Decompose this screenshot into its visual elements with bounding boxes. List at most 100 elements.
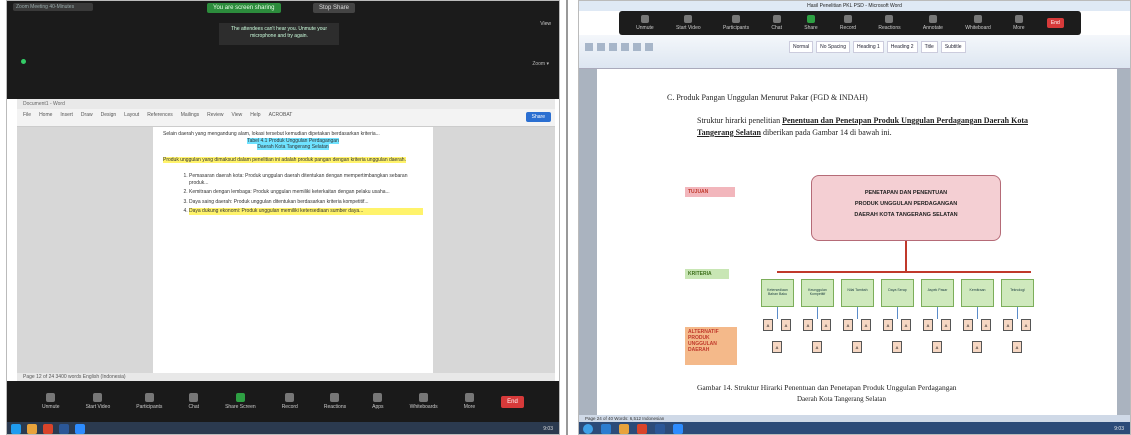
table-caption-2: Daerah Kota Tangerang Selatan — [257, 144, 329, 150]
end-meeting-button[interactable]: End — [1046, 18, 1064, 28]
doc-paragraph: Struktur hirarki penelitian Penentuan da… — [697, 116, 1028, 137]
tab-draw[interactable]: Draw — [81, 112, 93, 118]
doc-paragraph: Produk unggulan yang dimaksud dalam pene… — [163, 157, 406, 163]
style-no-spacing[interactable]: No Spacing — [816, 41, 850, 53]
status-dot-icon — [21, 59, 26, 64]
start-icon[interactable] — [583, 424, 593, 434]
tab-insert[interactable]: Insert — [60, 112, 73, 118]
tab-help[interactable]: Help — [250, 112, 260, 118]
color-icon[interactable] — [645, 43, 653, 51]
whiteboards-button[interactable]: Whiteboards — [410, 393, 438, 410]
tab-file[interactable]: File — [23, 112, 31, 118]
ie-icon[interactable] — [601, 424, 611, 434]
list-item: Kemitraan dengan lembaga: Produk unggula… — [189, 189, 423, 196]
italic-icon[interactable] — [597, 43, 605, 51]
unmute-button[interactable]: Unmute — [636, 15, 654, 31]
underline-icon[interactable] — [609, 43, 617, 51]
tab-view[interactable]: View — [232, 112, 243, 118]
toolbar-label: Share — [804, 25, 818, 31]
chrome-icon[interactable] — [637, 424, 647, 434]
chat-button[interactable]: Chat — [188, 393, 199, 410]
start-video-button[interactable]: Start Video — [676, 15, 701, 31]
align-icon[interactable] — [621, 43, 629, 51]
alternative-box: A — [963, 319, 973, 331]
alternative-box: A — [1021, 319, 1031, 331]
connector-line — [777, 307, 778, 319]
share-banner: You are screen sharing — [207, 3, 281, 13]
end-meeting-button[interactable]: End — [501, 395, 524, 408]
zoom-menu-button[interactable]: Zoom ▾ — [532, 61, 549, 67]
word-share-button[interactable]: Share — [525, 112, 551, 122]
chrome-icon[interactable] — [43, 424, 53, 434]
participants-button[interactable]: Participants — [723, 15, 749, 31]
video-icon — [684, 15, 693, 23]
explorer-icon[interactable] — [619, 424, 629, 434]
view-button[interactable]: View — [540, 21, 551, 27]
bold-icon[interactable] — [585, 43, 593, 51]
clock: 9:03 — [543, 426, 553, 432]
criteria-box: Nilai Tambah — [841, 279, 874, 307]
tab-layout[interactable]: Layout — [124, 112, 139, 118]
alternative-box: A — [803, 319, 813, 331]
zoom-toolbar: Unmute Start Video Participants Chat Share S… — [7, 381, 559, 422]
unmute-button[interactable]: Unmute — [42, 393, 60, 410]
style-subtitle[interactable]: Subtitle — [940, 41, 966, 53]
share-icon — [235, 393, 245, 402]
mute-notice: The attendees can't hear you. Unmute you… — [219, 23, 339, 45]
stop-share-button[interactable]: Stop Share — [313, 3, 356, 13]
toolbar-label: Whiteboards — [409, 404, 438, 410]
alternative-box: A — [763, 319, 773, 331]
alternative-box: A — [932, 341, 942, 353]
more-button[interactable]: More — [1013, 15, 1025, 31]
participants-button[interactable]: Participants — [136, 393, 162, 410]
document-page[interactable]: Selain daerah yang mengandung alam, loka… — [153, 127, 433, 373]
apps-button[interactable]: Apps — [372, 393, 384, 410]
style-normal[interactable]: Normal — [789, 41, 814, 53]
share-button[interactable]: Share — [804, 15, 818, 31]
tab-references[interactable]: References — [147, 112, 173, 118]
whiteboard-button[interactable]: Whiteboard — [965, 15, 991, 31]
criteria-box: Keunggulan Kompetitif — [801, 279, 834, 307]
zoom-icon[interactable] — [75, 424, 85, 434]
alternative-box: A — [781, 319, 791, 331]
video-icon — [93, 393, 103, 402]
reactions-button[interactable]: Reactions — [878, 15, 901, 31]
style-heading-1[interactable]: Heading 1 — [852, 41, 884, 53]
reactions-button[interactable]: Reactions — [324, 393, 346, 410]
connector-line — [817, 307, 818, 319]
zoom-icon[interactable] — [673, 424, 683, 434]
window-title: Hasil Penelitian PKL PSD - Microsoft Wor… — [579, 1, 1130, 11]
figure-caption-2: Daerah Kota Tangerang Selatan — [797, 395, 886, 403]
word-ribbon: Normal No Spacing Heading 1 Heading 2 Title S… — [579, 35, 1130, 69]
record-button[interactable]: Record — [840, 15, 856, 31]
left-screenshot: Zoom Meeting 40-Minutes You are screen s… — [6, 0, 560, 435]
style-title[interactable]: Title — [920, 41, 938, 53]
list-item: Daya saing daerah: Produk unggulan diten… — [189, 199, 423, 206]
alternative-box: A — [941, 319, 951, 331]
alternative-box: A — [1003, 319, 1013, 331]
explorer-icon[interactable] — [27, 424, 37, 434]
share-screen-button[interactable]: Share Screen — [225, 393, 256, 410]
tab-design[interactable]: Design — [101, 112, 117, 118]
start-icon[interactable] — [11, 424, 21, 434]
chat-icon — [189, 393, 199, 402]
bullets-icon[interactable] — [633, 43, 641, 51]
style-heading-2[interactable]: Heading 2 — [886, 41, 918, 53]
chat-button[interactable]: Chat — [771, 15, 782, 31]
tab-acrobat[interactable]: ACROBAT — [269, 112, 293, 118]
word-icon[interactable] — [655, 424, 665, 434]
annotate-button[interactable]: Annotate — [923, 15, 943, 31]
toolbar-label: Chat — [771, 25, 782, 31]
start-video-button[interactable]: Start Video — [86, 393, 110, 410]
toolbar-label: Reactions — [878, 25, 901, 31]
criteria-box: Ketersediaan Bahan Baku — [761, 279, 794, 307]
tab-mailings[interactable]: Mailings — [181, 112, 199, 118]
toolbar-label: More — [463, 404, 476, 410]
more-button[interactable]: More — [464, 393, 475, 410]
list-item: Daya dukung ekonomi: Produk unggulan mem… — [189, 208, 423, 215]
word-icon[interactable] — [59, 424, 69, 434]
record-button[interactable]: Record — [282, 393, 298, 410]
document-page[interactable]: C. Produk Pangan Unggulan Menurut Pakar … — [597, 69, 1117, 415]
tab-review[interactable]: Review — [207, 112, 223, 118]
tab-home[interactable]: Home — [39, 112, 52, 118]
